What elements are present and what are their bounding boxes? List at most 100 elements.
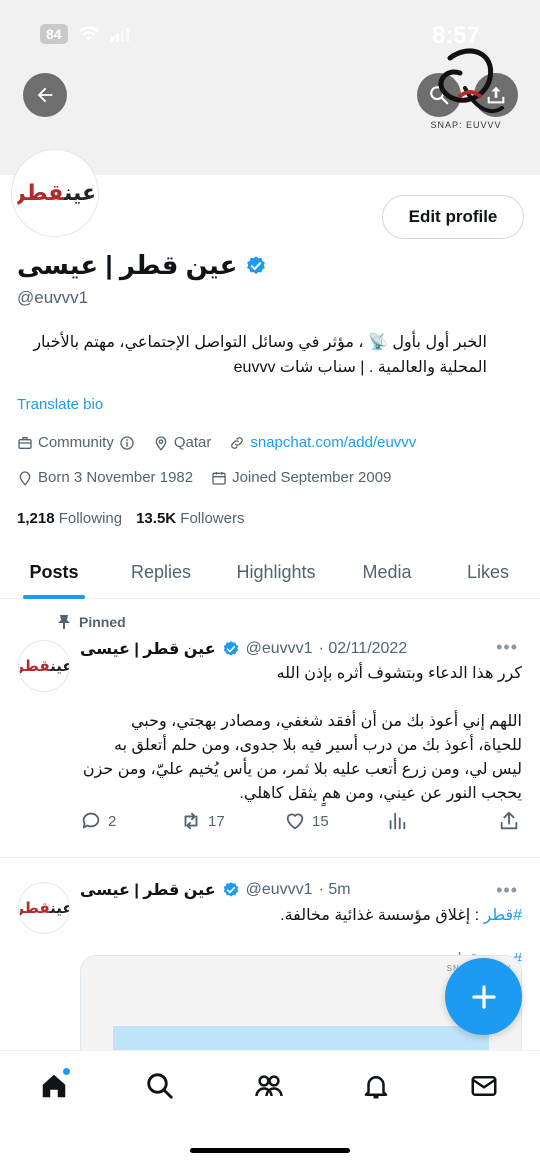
mail-icon (471, 1076, 497, 1096)
profile-tabs: Posts Replies Highlights Media Likes (0, 545, 540, 599)
communities-icon (255, 1075, 283, 1097)
location-item: Qatar (153, 434, 212, 451)
watermark-logo (438, 48, 504, 114)
tab-replies[interactable]: Replies (108, 545, 214, 599)
status-bar-left: 84 (40, 24, 132, 44)
tab-posts[interactable]: Posts (0, 545, 108, 599)
search-icon (147, 1073, 173, 1099)
post-timestamp[interactable]: · 02/11/2022 (319, 640, 408, 658)
pinned-label: Pinned (79, 614, 126, 630)
watermark-text: SNAP: EUVVV (430, 120, 502, 130)
post-avatar-logo: عينقطر (18, 658, 69, 675)
compose-post-button[interactable] (445, 958, 522, 1035)
repost-icon (184, 812, 198, 830)
verified-badge-icon (223, 882, 238, 897)
analytics-icon (389, 812, 406, 830)
post-line-3: للحياة، أعوذ بك من درب أسير فيه بلا جدوى… (114, 737, 522, 754)
reply-icon (82, 812, 100, 829)
location-label: Qatar (173, 434, 212, 451)
post-line-4: ليس لي، ومن زرع أتعب عليه بلا ثمر، من يأ… (82, 761, 522, 778)
bell-icon (364, 1076, 388, 1099)
bio-line-2: المحلية والعالمية . | سناب شات euvvv (233, 359, 487, 376)
repost-button[interactable]: 17 (180, 810, 225, 832)
post-author-name[interactable]: عين قطر | عيسى (80, 880, 216, 900)
bio-line-1: الخبر أول بأول 📡 ، مؤثر في وسائل التواصل… (33, 334, 487, 351)
pinned-indicator: Pinned (57, 614, 126, 630)
link-icon (231, 436, 244, 449)
share-post-button[interactable] (498, 810, 520, 832)
category-item: Community (17, 434, 135, 451)
profile-handle: @euvvv1 (17, 288, 89, 307)
more-options-icon[interactable]: ••• (496, 637, 518, 658)
plus-icon (471, 984, 496, 1009)
profile-meta-row-2: Born 3 November 1982 Joined September 20… (17, 469, 403, 486)
birthday-item: Born 3 November 1982 (17, 469, 193, 486)
nav-communities[interactable] (252, 1069, 286, 1103)
calendar-icon (212, 471, 226, 485)
arrow-left-icon (37, 87, 53, 103)
post-author-handle[interactable]: @euvvv1 (246, 640, 313, 658)
tab-likes[interactable]: Likes (436, 545, 540, 599)
post-avatar[interactable]: عينقطر (18, 640, 70, 692)
post-avatar-logo: عينقطر (18, 900, 69, 917)
category-label: Community (38, 434, 114, 451)
wifi-icon (78, 26, 99, 41)
hashtag-link[interactable]: #قطر (484, 907, 523, 924)
post-author-handle[interactable]: @euvvv1 (246, 881, 313, 899)
website-item[interactable]: snapchat.com/add/euvvv (229, 434, 416, 451)
post-line-2: اللهم إني أعوذ بك من أن أفقد شغفي، ومصاد… (130, 713, 522, 730)
more-options-icon[interactable]: ••• (496, 880, 518, 901)
follow-stats: 1,218 Following 13.5K Followers (17, 510, 244, 527)
nav-home[interactable] (37, 1067, 71, 1103)
post-line-1: كرر هذا الدعاء وبتشوف أثره بإذن الله (276, 665, 522, 682)
birthday-pin-icon (19, 470, 31, 486)
display-name: عين قطر | عيسى (17, 250, 267, 281)
back-button[interactable] (23, 73, 67, 117)
profile-name: عين قطر | عيسى (17, 250, 238, 280)
like-button[interactable]: 15 (284, 810, 329, 832)
post-actions: 2 17 15 (80, 810, 520, 836)
profile-bio: الخبر أول بأول 📡 ، مؤثر في وسائل التواصل… (17, 330, 487, 380)
avatar-logo: عينقطر (13, 180, 97, 205)
translate-bio-link[interactable]: Translate bio (17, 396, 103, 413)
followers-link[interactable]: 13.5K Followers (136, 510, 244, 527)
joined-item: Joined September 2009 (211, 469, 391, 486)
website-link[interactable]: snapchat.com/add/euvvv (250, 434, 416, 451)
like-count: 15 (312, 812, 329, 830)
notification-dot (62, 1067, 71, 1076)
born-label: Born 3 November 1982 (38, 469, 194, 486)
views-button[interactable] (386, 810, 408, 832)
profile-meta-row-1: Community Qatar snapchat.com/add/euvvv (17, 434, 428, 451)
post-header: عين قطر | عيسى @euvvv1 · 02/11/2022 (80, 639, 407, 659)
pin-icon (58, 615, 70, 629)
post-avatar[interactable]: عينقطر (18, 882, 70, 934)
post-line-5: يحجب النور عن عيني، ومن همٍ يثقل كاهلي. (239, 785, 522, 802)
post-author-name[interactable]: عين قطر | عيسى (80, 639, 216, 659)
reply-count: 2 (108, 812, 117, 830)
verified-badge-icon (223, 641, 238, 656)
info-icon[interactable] (119, 435, 135, 451)
battery-indicator: 84 (40, 24, 68, 44)
nav-messages[interactable] (467, 1069, 501, 1103)
reply-button[interactable]: 2 (80, 810, 116, 832)
tab-media[interactable]: Media (338, 545, 436, 599)
share-icon (500, 811, 518, 830)
post-divider (0, 857, 540, 858)
post-body: كرر هذا الدعاء وبتشوف أثره بإذن الله الل… (80, 662, 522, 806)
heart-icon (286, 813, 304, 830)
post-line: #قطر : إغلاق مؤسسة غذائية مخالفة. (280, 907, 523, 924)
briefcase-icon (18, 436, 32, 449)
nav-search[interactable] (143, 1069, 177, 1103)
profile-avatar[interactable]: عينقطر (12, 150, 98, 236)
signal-icon (110, 28, 129, 42)
following-link[interactable]: 1,218 Following (17, 510, 122, 527)
repost-count: 17 (208, 812, 225, 830)
nav-notifications[interactable] (359, 1069, 393, 1103)
home-indicator (190, 1148, 350, 1153)
post-timestamp[interactable]: · 5m (319, 881, 351, 899)
post-header: عين قطر | عيسى @euvvv1 · 5m (80, 880, 351, 900)
edit-profile-button[interactable]: Edit profile (382, 195, 524, 239)
location-pin-icon (155, 435, 167, 451)
verified-badge-icon[interactable] (245, 255, 267, 277)
tab-highlights[interactable]: Highlights (214, 545, 338, 599)
